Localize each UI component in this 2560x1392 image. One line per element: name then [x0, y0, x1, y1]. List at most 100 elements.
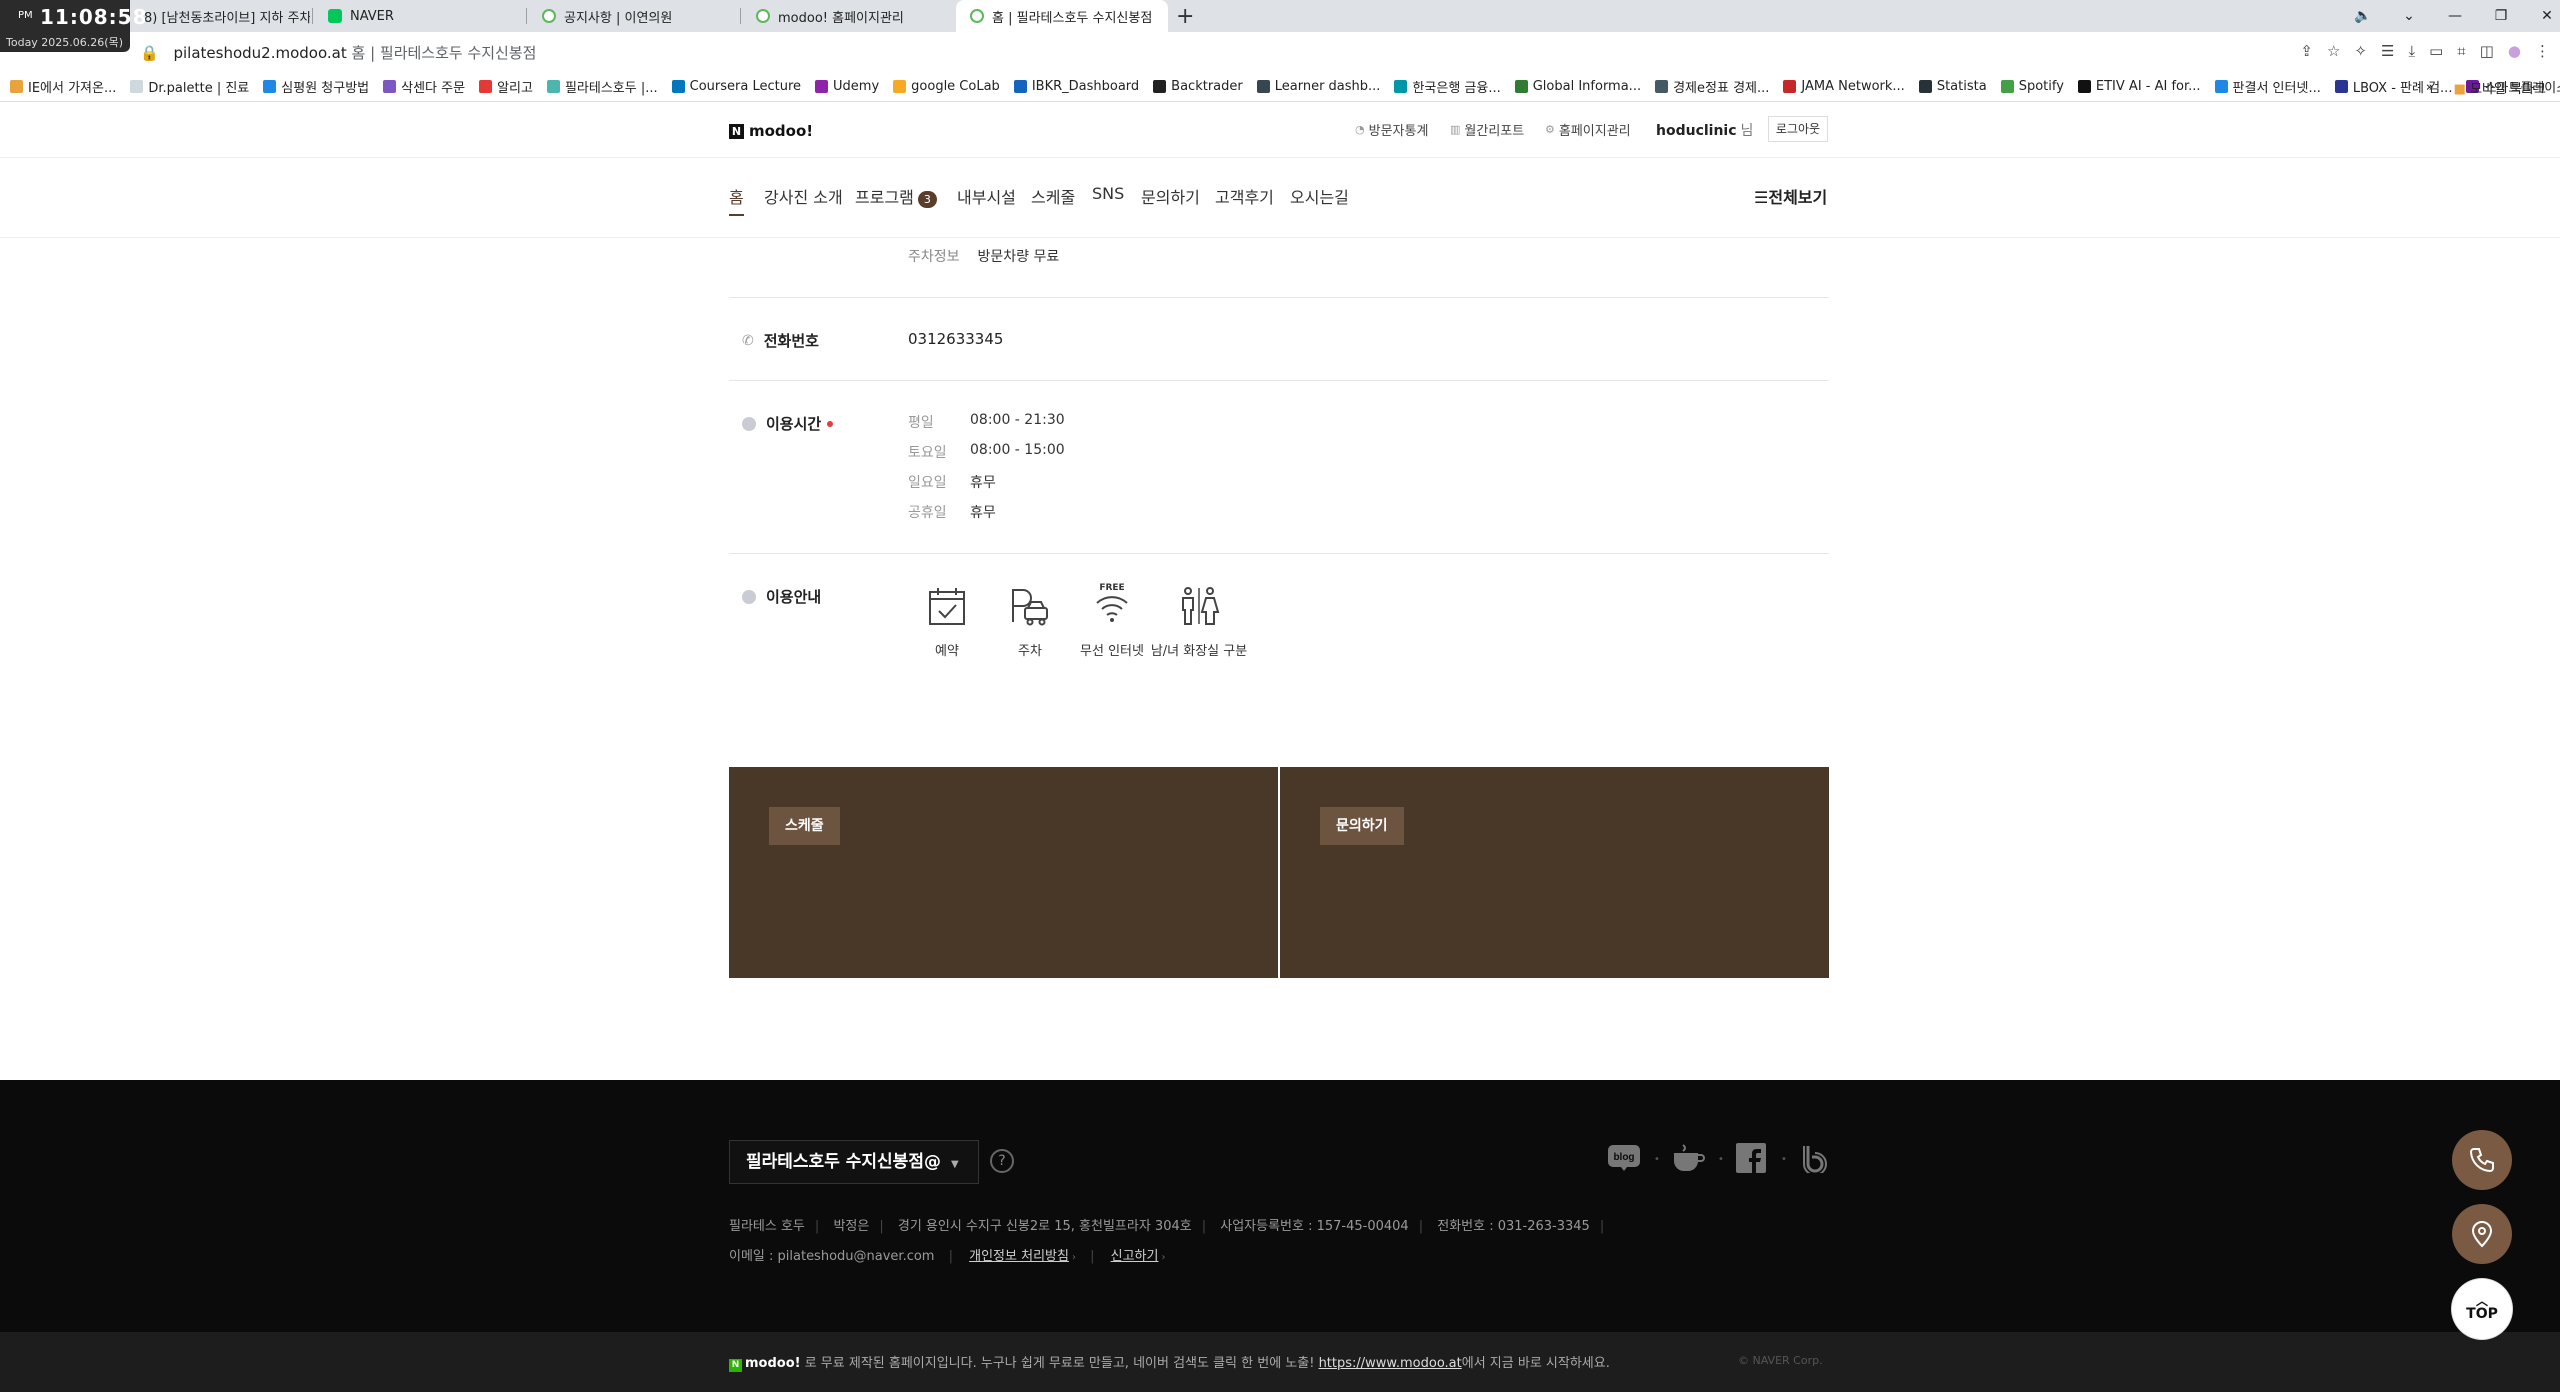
cafe-icon[interactable] [1670, 1140, 1706, 1176]
hours-row: 일요일 휴무 [908, 475, 996, 491]
bookmark-item[interactable]: Coursera Lecture [671, 79, 801, 94]
bookmark-favicon-icon [1918, 80, 1932, 93]
help-icon[interactable]: ? [990, 1149, 1014, 1173]
nav-home[interactable]: 홈 [729, 184, 744, 216]
bookmark-item[interactable]: 삭센다 주문 [383, 77, 465, 96]
restore-icon[interactable]: ❐ [2478, 8, 2524, 24]
site-favicon-icon [542, 9, 556, 23]
phone-label: ✆ 전화번호 [742, 332, 819, 350]
bookmark-favicon-icon [1394, 80, 1408, 93]
bookmarks-bar: IE에서 가져온... Dr.palette | 진료 심평원 청구방법 삭센다 주문… [0, 72, 2560, 102]
bookmark-item[interactable]: Statista [1918, 79, 1987, 94]
nav-schedule[interactable]: 스케줄 [1031, 184, 1075, 214]
browser-tab-notice[interactable]: 공지사항 | 이연의원 [528, 0, 738, 32]
shop-select[interactable]: 필라테스호두 수지신봉점@ ▼ [729, 1140, 979, 1184]
bookmark-item[interactable]: google CoLab [893, 79, 1000, 94]
menu-icon[interactable]: ⋮ [2535, 42, 2550, 60]
visitor-stats-link[interactable]: ◔ 방문자통계 [1355, 120, 1428, 139]
bookmark-item[interactable]: IE에서 가져온... [10, 77, 116, 96]
screenshot-icon[interactable]: ⌗ [2457, 42, 2465, 60]
mobile-bookmarks-folder[interactable]: ■ 모바일 북마크 [2454, 78, 2546, 97]
bookmark-item[interactable]: 필라테스호두 |... [546, 77, 658, 96]
bookmark-item[interactable]: 알리고 [479, 77, 533, 96]
bookmark-item[interactable]: JAMA Network... [1783, 79, 1905, 94]
report-link[interactable]: 신고하기 [1111, 1249, 1159, 1264]
inquiry-panel[interactable]: 문의하기 [1280, 767, 1829, 978]
nav-directions[interactable]: 오시는길 [1290, 184, 1349, 214]
modoo-promo-bar: Nmodoo! 로 무료 제작된 홈페이지입니다. 누구나 쉽게 무료로 만들고… [0, 1332, 2560, 1392]
address-bar[interactable]: 🔒 pilateshodu2.modoo.at 홈 | 필라테스호두 수지신봉점… [0, 32, 2560, 72]
browser-tab-naver[interactable]: NAVER [314, 0, 524, 32]
bookmark-item[interactable]: Udemy [815, 79, 879, 94]
sidebar-icon[interactable]: ◫ [2480, 42, 2494, 60]
modoo-link[interactable]: https://www.modoo.at [1319, 1356, 1462, 1371]
bookmark-favicon-icon [893, 80, 907, 93]
band-icon[interactable] [1797, 1140, 1833, 1176]
nav-inquiry[interactable]: 문의하기 [1141, 184, 1200, 214]
phone-number[interactable]: 0312633345 [908, 330, 1003, 348]
monthly-report-link[interactable]: ▥ 월간리포트 [1450, 120, 1524, 139]
chevron-right-icon: › [1071, 1252, 1076, 1263]
browser-tab-1[interactable]: 8) [남천동초라이브] 지하 주차... [130, 0, 310, 32]
bookmark-item[interactable]: Backtrader [1153, 79, 1243, 94]
bookmark-favicon-icon [671, 80, 685, 93]
bookmark-item[interactable]: IBKR_Dashboard [1013, 79, 1139, 94]
star-icon[interactable]: ☆ [2327, 42, 2340, 60]
bookmark-favicon-icon [1514, 80, 1528, 93]
bookmark-favicon-icon [546, 80, 560, 93]
schedule-button[interactable]: 스케줄 [769, 807, 840, 845]
nav-sns[interactable]: SNS [1092, 184, 1124, 209]
privacy-policy-link[interactable]: 개인정보 처리방침 [969, 1249, 1069, 1264]
browser-tab-modoo-admin[interactable]: modoo! 홈페이지관리 [742, 0, 952, 32]
bookmark-item[interactable]: ETIV AI - AI for... [2077, 79, 2201, 94]
scroll-top-button[interactable]: ︿ TOP [2452, 1279, 2512, 1339]
url-field[interactable]: 🔒 pilateshodu2.modoo.at 홈 | 필라테스호두 수지신봉점 [140, 42, 536, 63]
bookmark-favicon-icon [130, 80, 144, 93]
bookmarks-more-button[interactable]: » [2426, 80, 2434, 95]
schedule-panel[interactable]: 스케줄 [729, 767, 1278, 978]
bookmark-item[interactable]: 심평원 청구방법 [263, 77, 369, 96]
bookmark-item[interactable]: Learner dashb... [1256, 79, 1380, 94]
parking-info: 주차정보 방문차량 무료 [908, 249, 1060, 265]
share-icon[interactable]: ⇪ [2300, 42, 2313, 60]
close-icon[interactable]: ✕ [2524, 8, 2560, 24]
folder-icon: ■ [2453, 81, 2466, 97]
bookmark-favicon-icon [10, 80, 23, 93]
speaker-icon[interactable]: 🔈 [2340, 8, 2386, 24]
tab-divider [526, 8, 527, 24]
main-nav: 홈 강사진 소개 프로그램 3 내부시설 스케줄 SNS 문의하기 고객후기 오시… [0, 158, 2560, 238]
facebook-icon[interactable] [1733, 1140, 1769, 1176]
cast-icon[interactable]: ▭ [2429, 42, 2443, 60]
bookmark-item[interactable]: Dr.palette | 진료 [130, 77, 249, 96]
minimize-icon[interactable]: — [2432, 8, 2478, 24]
nav-program[interactable]: 프로그램 3 [855, 184, 937, 214]
modoo-logo[interactable]: N modoo! [729, 122, 813, 140]
bookmark-item[interactable]: Global Informa... [1514, 79, 1641, 94]
homepage-manage-link[interactable]: ⚙ 홈페이지관리 [1545, 120, 1631, 139]
bookmark-item[interactable]: 판결서 인터넷... [2214, 77, 2321, 96]
bookmark-favicon-icon [815, 80, 829, 93]
reading-list-icon[interactable]: ☰ [2381, 42, 2394, 60]
bookmark-item[interactable]: Spotify [2000, 79, 2064, 94]
new-tab-icon[interactable]: + [1176, 4, 1194, 29]
bookmark-item[interactable]: 한국은행 금융... [1394, 77, 1501, 96]
extensions-icon[interactable]: ✧ [2354, 42, 2367, 60]
profile-avatar-icon[interactable]: ● [2508, 42, 2521, 60]
naver-corp-copyright: © NAVER Corp. [1738, 1354, 1823, 1367]
user-name: hoduclinic 님 [1656, 123, 1754, 139]
download-icon[interactable]: ⤓ [2408, 42, 2415, 60]
nav-instructors[interactable]: 강사진 소개 [764, 184, 843, 214]
logout-button[interactable]: 로그아웃 [1768, 116, 1828, 142]
browser-tab-active[interactable]: 홈 | 필라테스호두 수지신봉점 [956, 0, 1168, 32]
bookmark-favicon-icon [2000, 80, 2014, 93]
nav-reviews[interactable]: 고객후기 [1215, 184, 1274, 214]
nav-facilities[interactable]: 내부시설 [957, 184, 1016, 214]
inquiry-button[interactable]: 문의하기 [1320, 807, 1404, 845]
bookmark-item[interactable]: 경제e정표 경제... [1655, 77, 1769, 96]
chevron-down-icon[interactable]: ⌄ [2386, 8, 2432, 24]
dot-separator: • [1781, 1154, 1787, 1165]
blog-icon[interactable]: blog [1606, 1140, 1642, 1176]
location-button[interactable] [2452, 1204, 2512, 1264]
call-button[interactable] [2452, 1130, 2512, 1190]
view-all-menu[interactable]: ☰전체보기 [1754, 184, 1827, 208]
